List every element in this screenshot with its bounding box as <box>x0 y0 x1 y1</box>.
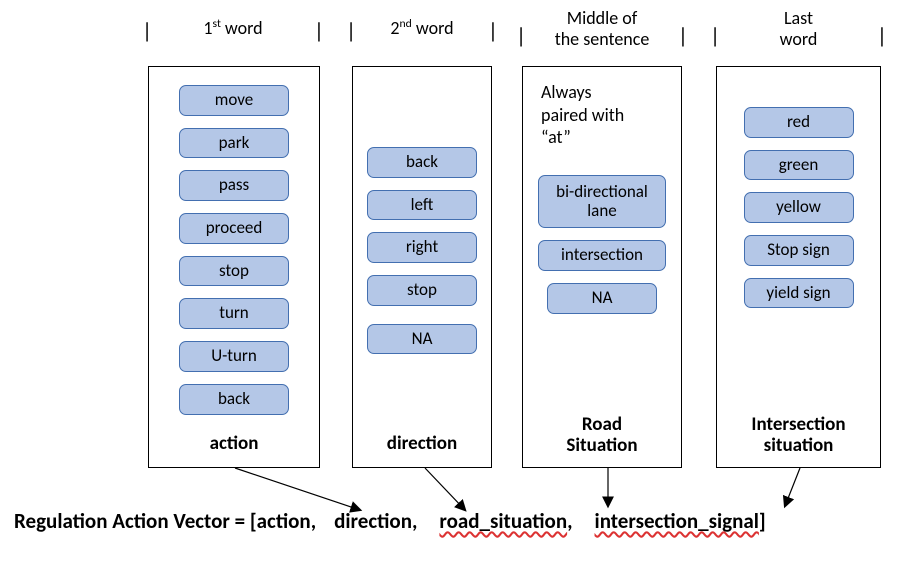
regulation-action-vector: Regulation Action Vector = [action,direc… <box>14 508 889 534</box>
vector-p2: direction <box>334 508 412 534</box>
col4-list: red green yellow Stop sign yield sign <box>717 107 880 320</box>
arrow-col2 <box>425 468 465 510</box>
col3-header-line2: the sentence <box>555 28 650 50</box>
vector-p1: action <box>257 508 311 534</box>
col2-list: back left right stop NA <box>353 147 491 366</box>
col1-bottom-label: action <box>149 434 319 455</box>
col2-header: | 2nd word | <box>352 18 492 39</box>
chip-na3: NA <box>547 283 657 314</box>
chip-turn: turn <box>179 298 289 329</box>
col4-header-line2: word <box>780 28 818 50</box>
col4-bottom-label: Intersection situation <box>717 415 880 457</box>
col1-list: move park pass proceed stop turn U-turn … <box>149 85 319 427</box>
col4-header: | Last word | <box>716 8 881 49</box>
chip-stop-sign: Stop sign <box>744 235 854 266</box>
col4-box: red green yellow Stop sign yield sign In… <box>716 66 881 468</box>
arrow-col4 <box>785 468 800 506</box>
col3-box: Always paired with “at” bi-directional l… <box>522 66 682 468</box>
chip-yellow: yellow <box>744 192 854 223</box>
chip-park: park <box>179 128 289 159</box>
col3-header-line1: Middle of <box>567 7 638 29</box>
chip-move: move <box>179 85 289 116</box>
vector-p3: road_situation <box>439 508 567 534</box>
chip-intersection: intersection <box>538 240 666 271</box>
vector-prefix: Regulation Action Vector = [ <box>14 508 257 534</box>
vector-p4: intersection_signal <box>595 508 759 534</box>
col3-list: bi-directional lane intersection NA <box>523 175 681 326</box>
chip-back1: back <box>179 384 289 415</box>
arrow-col1 <box>235 468 360 510</box>
chip-bidir-lane: bi-directional lane <box>538 175 666 228</box>
chip-left: left <box>367 190 477 221</box>
col2-header-text: 2nd word <box>390 17 453 39</box>
chip-right: right <box>367 232 477 263</box>
col4-header-line1: Last <box>784 7 813 29</box>
col3-header: | Middle of the sentence | <box>522 8 682 49</box>
col2-bottom-label: direction <box>353 434 491 455</box>
col1-box: move park pass proceed stop turn U-turn … <box>148 66 320 468</box>
chip-na2: NA <box>367 324 477 355</box>
col2-box: back left right stop NA direction <box>352 66 492 468</box>
chip-stop2: stop <box>367 275 477 306</box>
col3-bottom-label: Road Situation <box>523 415 681 457</box>
chip-stop: stop <box>179 256 289 287</box>
chip-green: green <box>744 150 854 181</box>
chip-red: red <box>744 107 854 138</box>
vector-suffix: ] <box>759 508 766 534</box>
chip-proceed: proceed <box>179 213 289 244</box>
col3-note: Always paired with “at” <box>541 81 624 149</box>
col1-header-text: 1st word <box>203 17 262 39</box>
chip-pass: pass <box>179 170 289 201</box>
chip-yield: yield sign <box>744 278 854 309</box>
col1-header: | 1st word | <box>148 18 318 39</box>
chip-uturn: U-turn <box>179 341 289 372</box>
chip-back2: back <box>367 147 477 178</box>
